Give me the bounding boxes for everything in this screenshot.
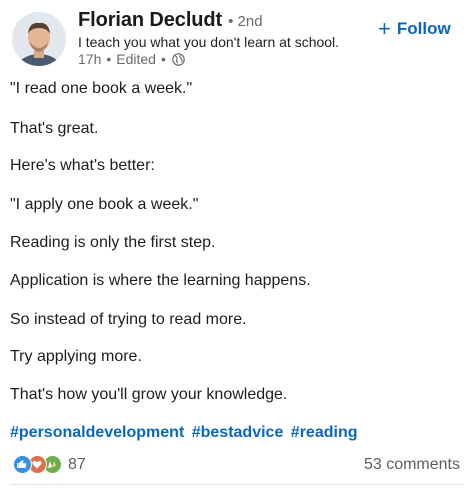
meta-separator: • <box>160 51 166 67</box>
avatar-photo <box>12 12 66 66</box>
hashtag-link[interactable]: #reading <box>291 424 358 441</box>
post-line: Reading is only the first step. <box>10 234 216 251</box>
post-line: Application is where the learning happen… <box>10 272 311 289</box>
follow-label: Follow <box>396 19 451 38</box>
feed-post: Florian Decludt • 2nd I teach you what y… <box>0 0 474 493</box>
post-time: 17h <box>78 51 102 67</box>
degree-separator: • <box>228 13 234 30</box>
like-icon <box>13 455 32 474</box>
meta-separator: • <box>106 51 112 67</box>
follow-button[interactable]: + Follow <box>378 18 451 40</box>
author-name-row: Florian Decludt • 2nd <box>78 9 263 32</box>
reactions-summary[interactable]: 87 <box>13 455 86 474</box>
connection-degree: • 2nd <box>228 13 262 30</box>
post-line: Try applying more. <box>10 348 142 365</box>
author-name[interactable]: Florian Decludt <box>78 9 222 32</box>
post-line: So instead of trying to read more. <box>10 311 247 328</box>
post-line: That's how you'll grow your knowledge. <box>10 386 288 403</box>
reaction-count: 87 <box>68 455 86 473</box>
social-counts: 87 53 comments <box>0 452 474 476</box>
hashtags: #personaldevelopment #bestadvice #readin… <box>10 424 360 442</box>
globe-icon <box>172 52 185 66</box>
post-meta: 17h • Edited • <box>78 51 185 67</box>
author-headline: I teach you what you don't learn at scho… <box>78 34 340 50</box>
post-line: Here's what's better: <box>10 157 155 174</box>
hashtag-link[interactable]: #personaldevelopment <box>10 424 184 441</box>
post-line: That's great. <box>10 120 99 137</box>
comments-count[interactable]: 53 comments <box>364 456 460 474</box>
plus-icon: + <box>378 16 391 41</box>
hashtag-link[interactable]: #bestadvice <box>192 424 284 441</box>
post-header: Florian Decludt • 2nd I teach you what y… <box>0 0 474 70</box>
edited-label: Edited <box>116 51 156 67</box>
degree-label: 2nd <box>237 13 263 30</box>
author-avatar[interactable] <box>12 12 66 66</box>
post-line: "I apply one book a week." <box>10 196 199 213</box>
divider <box>10 484 464 485</box>
post-line: "I read one book a week." <box>10 80 193 97</box>
